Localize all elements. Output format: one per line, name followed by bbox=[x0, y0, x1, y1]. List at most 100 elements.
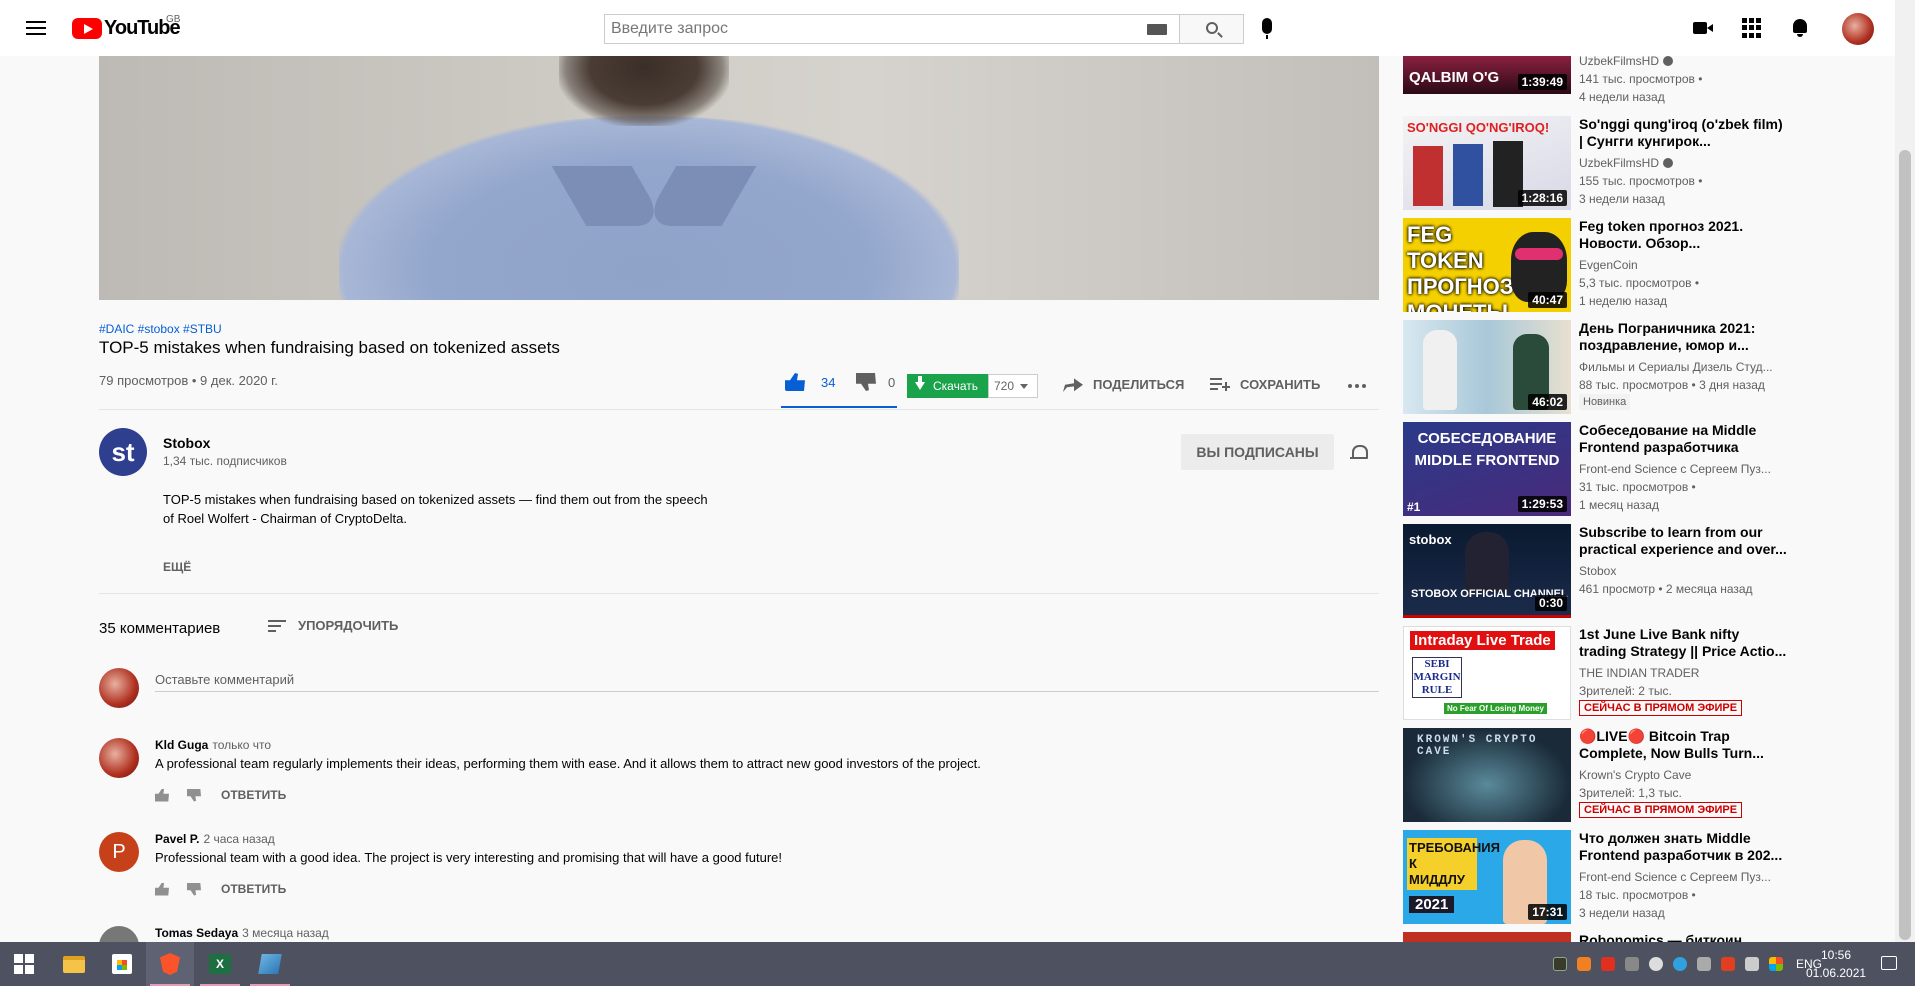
video-thumbnail[interactable]: stobox STOBOX OFFICIAL CHANNEL 0:30 bbox=[1403, 524, 1571, 618]
tray-app-icon[interactable] bbox=[1577, 957, 1591, 971]
notepad-button[interactable] bbox=[246, 942, 294, 986]
microphone-icon[interactable] bbox=[1262, 18, 1272, 39]
comment-author-name[interactable]: Kld Guga bbox=[155, 738, 208, 752]
video-thumbnail[interactable] bbox=[1403, 932, 1571, 942]
comment-author[interactable]: Tomas Sedaya 3 месяца назад bbox=[155, 926, 329, 940]
comment-time[interactable]: 2 часа назад bbox=[203, 832, 274, 846]
like-button[interactable]: 34 bbox=[785, 373, 835, 391]
more-actions-icon[interactable] bbox=[1348, 384, 1366, 388]
channel-name[interactable]: Stobox bbox=[163, 435, 210, 451]
channel-name[interactable]: EvgenCoin bbox=[1579, 258, 1789, 272]
comment-time[interactable]: только что bbox=[212, 738, 271, 752]
comment-avatar[interactable] bbox=[99, 738, 139, 778]
store-button[interactable] bbox=[98, 942, 146, 986]
channel-name[interactable]: THE INDIAN TRADER bbox=[1579, 666, 1789, 680]
account-avatar[interactable] bbox=[1842, 13, 1874, 45]
skype-icon[interactable] bbox=[1673, 957, 1687, 971]
video-thumbnail[interactable]: FEG TOKEN ПРОГНОЗ МОНЕТЫ 40:47 bbox=[1403, 218, 1571, 312]
excel-button[interactable]: X bbox=[196, 942, 244, 986]
tray-app-icon[interactable] bbox=[1553, 957, 1567, 971]
show-more-button[interactable]: ЕЩЁ bbox=[163, 560, 191, 574]
video-thumbnail[interactable]: SO'NGGI QO'NG'IROQ! 1:28:16 bbox=[1403, 116, 1571, 210]
video-player[interactable] bbox=[99, 56, 1379, 300]
save-button[interactable]: СОХРАНИТЬ bbox=[1210, 376, 1320, 392]
video-title[interactable]: So'nggi qung'iroq (o'zbek film) | Сунгги… bbox=[1579, 116, 1789, 150]
recommended-video[interactable]: KROWN'S CRYPTO CAVE 🔴LIVE🔴 Bitcoin Trap … bbox=[1403, 728, 1783, 824]
reply-button[interactable]: ОТВЕТИТЬ bbox=[221, 882, 286, 896]
network-icon[interactable] bbox=[1697, 957, 1711, 971]
download-button[interactable]: Скачать bbox=[907, 374, 988, 398]
create-video-icon[interactable] bbox=[1693, 18, 1713, 38]
menu-icon[interactable] bbox=[24, 18, 48, 38]
comment-author[interactable]: Kld Guga только что bbox=[155, 738, 271, 752]
comment-like-icon[interactable] bbox=[155, 788, 169, 802]
channel-name[interactable]: Фильмы и Сериалы Дизель Студ... bbox=[1579, 360, 1789, 374]
comment-dislike-icon[interactable] bbox=[187, 882, 201, 896]
video-title[interactable]: Собеседование на Middle Frontend разрабо… bbox=[1579, 422, 1789, 456]
channel-name[interactable]: Front-end Science с Сергеем Пуз... bbox=[1579, 462, 1789, 476]
video-thumbnail[interactable]: KROWN'S CRYPTO CAVE bbox=[1403, 728, 1571, 822]
video-title[interactable]: Subscribe to learn from our practical ex… bbox=[1579, 524, 1789, 558]
tray-app-icon[interactable] bbox=[1721, 957, 1735, 971]
video-thumbnail[interactable]: 46:02 bbox=[1403, 320, 1571, 414]
sort-comments-button[interactable]: УПОРЯДОЧИТЬ bbox=[268, 618, 398, 633]
search-button[interactable] bbox=[1180, 14, 1244, 44]
video-title[interactable]: Robonomics — биткоин... bbox=[1579, 932, 1783, 942]
recommended-video[interactable]: Intraday Live Trade SEBI MARGIN RULE No … bbox=[1403, 626, 1786, 722]
volume-icon[interactable] bbox=[1745, 957, 1759, 971]
recommended-video[interactable]: FEG TOKEN ПРОГНОЗ МОНЕТЫ 40:47 Feg token… bbox=[1403, 218, 1783, 314]
channel-avatar[interactable]: st bbox=[99, 428, 147, 476]
system-clock[interactable]: 10:56 01.06.2021 bbox=[1806, 946, 1866, 982]
recommended-video[interactable]: SO'NGGI QO'NG'IROQ! 1:28:16 So'nggi qung… bbox=[1403, 116, 1783, 212]
notifications-bell-icon[interactable] bbox=[1790, 18, 1810, 38]
comment-author[interactable]: Pavel P. 2 часа назад bbox=[155, 832, 275, 846]
page-scrollbar[interactable] bbox=[1895, 0, 1915, 942]
video-hashtags[interactable]: #DAIC #stobox #STBU bbox=[99, 322, 222, 336]
channel-name[interactable]: Front-end Science с Сергеем Пуз... bbox=[1579, 870, 1789, 884]
recommended-video[interactable]: Robonomics — биткоин... bbox=[1403, 932, 1783, 942]
brave-browser-button[interactable] bbox=[146, 942, 194, 986]
comment-author-name[interactable]: Pavel P. bbox=[155, 832, 199, 846]
video-title[interactable]: Feg token прогноз 2021. Новости. Обзор..… bbox=[1579, 218, 1789, 252]
video-thumbnail[interactable]: ТРЕБОВАНИЯ К МИДДЛУ 2021 17:31 bbox=[1403, 830, 1571, 924]
channel-name[interactable]: Stobox bbox=[1579, 564, 1789, 578]
start-button[interactable] bbox=[0, 942, 48, 986]
action-center-icon[interactable] bbox=[1881, 956, 1897, 970]
comment-time[interactable]: 3 месяца назад bbox=[242, 926, 329, 940]
youtube-logo[interactable]: YouTube bbox=[72, 17, 181, 39]
comment-like-icon[interactable] bbox=[155, 882, 169, 896]
comment-avatar[interactable] bbox=[99, 926, 139, 942]
keyboard-icon[interactable] bbox=[1147, 24, 1167, 35]
tray-app-icon[interactable] bbox=[1601, 957, 1615, 971]
file-explorer-button[interactable] bbox=[50, 942, 98, 986]
recommended-video[interactable]: 46:02 День Пограничника 2021: поздравлен… bbox=[1403, 320, 1783, 416]
subscribed-button[interactable]: ВЫ ПОДПИСАНЫ bbox=[1181, 434, 1334, 470]
video-title[interactable]: Что должен знать Middle Frontend разрабо… bbox=[1579, 830, 1789, 864]
comment-author-name[interactable]: Tomas Sedaya bbox=[155, 926, 238, 940]
channel-name[interactable]: UzbekFilmsHD bbox=[1579, 156, 1789, 170]
recommended-video[interactable]: stobox STOBOX OFFICIAL CHANNEL 0:30 Subs… bbox=[1403, 524, 1787, 620]
tray-app-icon[interactable] bbox=[1625, 957, 1639, 971]
apps-grid-icon[interactable] bbox=[1742, 18, 1762, 38]
share-button[interactable]: ПОДЕЛИТЬСЯ bbox=[1063, 376, 1184, 392]
comment-dislike-icon[interactable] bbox=[187, 788, 201, 802]
recommended-video[interactable]: СОБЕСЕДОВАНИЕ MIDDLE FRONTEND #1 1:29:53… bbox=[1403, 422, 1783, 518]
notification-bell-icon[interactable] bbox=[1350, 444, 1368, 462]
tray-app-icon[interactable] bbox=[1769, 957, 1783, 971]
scrollbar-thumb[interactable] bbox=[1899, 150, 1911, 940]
video-title[interactable]: 🔴LIVE🔴 Bitcoin Trap Complete, Now Bulls … bbox=[1579, 728, 1789, 762]
comment-avatar[interactable]: P bbox=[99, 832, 139, 872]
video-title[interactable]: День Пограничника 2021: поздравление, юм… bbox=[1579, 320, 1789, 354]
channel-name[interactable]: Krown's Crypto Cave bbox=[1579, 768, 1789, 782]
quality-select[interactable]: 720 bbox=[988, 374, 1038, 398]
search-input[interactable] bbox=[605, 15, 1105, 43]
dislike-button[interactable]: 0 bbox=[856, 373, 895, 391]
recommended-video[interactable]: ТРЕБОВАНИЯ К МИДДЛУ 2021 17:31 Что долже… bbox=[1403, 830, 1783, 926]
video-thumbnail[interactable]: Intraday Live Trade SEBI MARGIN RULE No … bbox=[1403, 626, 1571, 720]
video-thumbnail[interactable]: СОБЕСЕДОВАНИЕ MIDDLE FRONTEND #1 1:29:53 bbox=[1403, 422, 1571, 516]
channel-name[interactable]: UzbekFilmsHD bbox=[1579, 54, 1783, 68]
add-comment-input[interactable] bbox=[155, 668, 1379, 692]
tray-app-icon[interactable] bbox=[1649, 957, 1663, 971]
reply-button[interactable]: ОТВЕТИТЬ bbox=[221, 788, 286, 802]
video-title[interactable]: 1st June Live Bank nifty trading Strateg… bbox=[1579, 626, 1789, 660]
